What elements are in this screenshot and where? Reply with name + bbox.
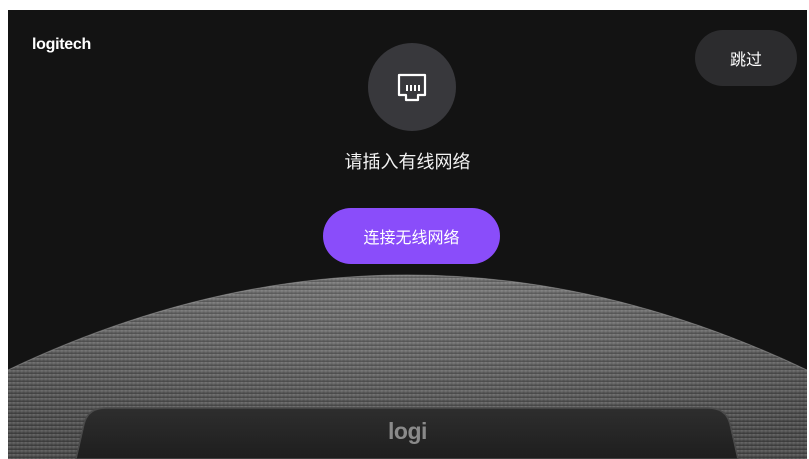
page-title: 请插入有线网络 xyxy=(344,152,471,173)
device-logo: logi xyxy=(388,418,427,444)
ethernet-port-icon xyxy=(397,73,427,102)
connect-wifi-button-label: 连接无线网络 xyxy=(363,228,460,247)
skip-button-label: 跳过 xyxy=(729,50,762,69)
connect-wifi-button[interactable]: 连接无线网络 xyxy=(323,208,500,264)
setup-screen: logitech 跳过 请插入有线网络 连接无线网络 logi xyxy=(8,10,807,459)
skip-button[interactable]: 跳过 xyxy=(695,30,797,86)
logitech-logo: logitech xyxy=(32,36,91,53)
ethernet-icon-badge xyxy=(368,43,456,131)
